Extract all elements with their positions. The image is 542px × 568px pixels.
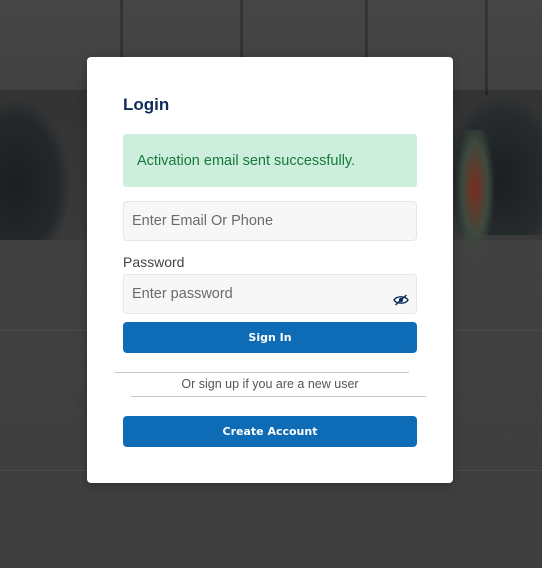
page-title: Login	[123, 95, 170, 114]
signup-hint: Or sign up if you are a new user	[181, 377, 359, 391]
sign-in-button[interactable]: Sign In	[123, 322, 417, 353]
eye-slash-icon[interactable]	[393, 293, 409, 306]
password-label: Password	[123, 254, 185, 270]
success-alert: Activation email sent successfully.	[123, 134, 417, 187]
divider-line	[131, 396, 426, 397]
email-field[interactable]	[123, 201, 417, 241]
divider-line	[114, 372, 409, 373]
create-account-button[interactable]: Create Account	[123, 416, 417, 447]
alert-message: Activation email sent successfully.	[137, 152, 356, 169]
parked-car-left	[0, 100, 70, 240]
walking-person	[455, 130, 495, 260]
password-field[interactable]	[123, 274, 417, 314]
login-card: Login Activation email sent successfully…	[87, 57, 453, 483]
